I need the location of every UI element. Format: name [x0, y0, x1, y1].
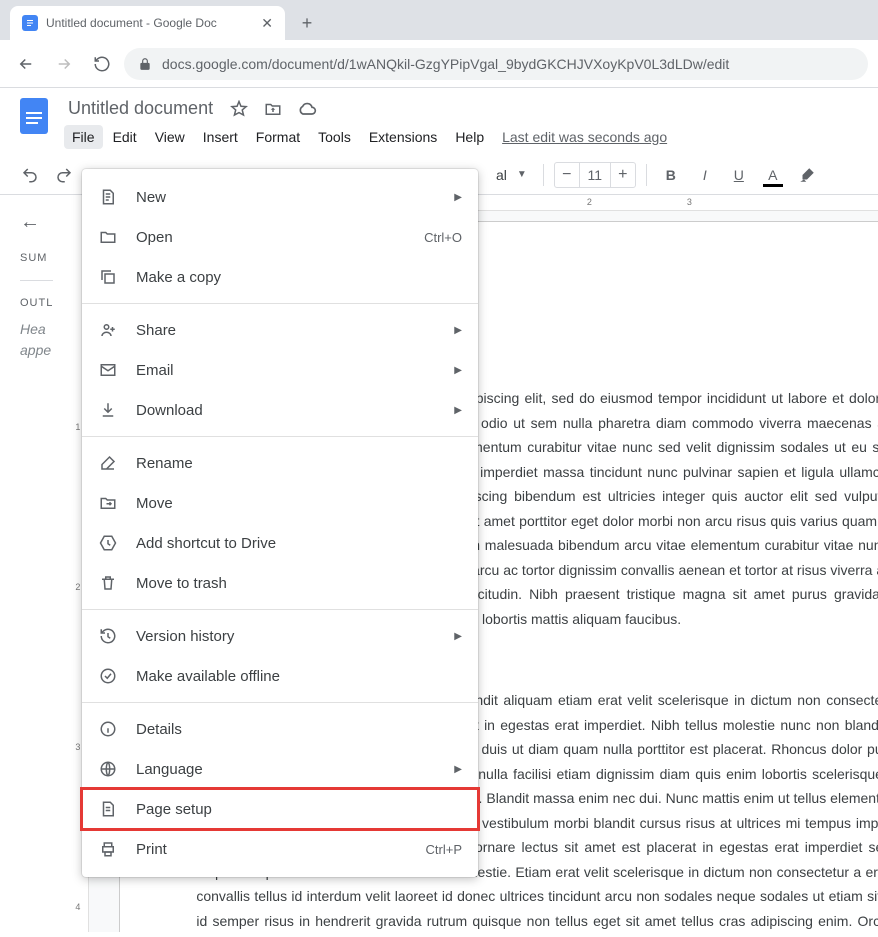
forward-button[interactable]: [48, 48, 80, 80]
menu-help[interactable]: Help: [447, 125, 492, 149]
chevron-right-icon: ▶: [454, 325, 462, 336]
address-bar[interactable]: docs.google.com/document/d/1wANQkil-GzgY…: [124, 48, 868, 80]
rename-icon: [98, 453, 118, 473]
trash-icon: [98, 573, 118, 593]
file-menu-add-shortcut[interactable]: Add shortcut to Drive: [82, 523, 478, 563]
italic-button[interactable]: I: [691, 161, 719, 189]
text-color-button[interactable]: A: [759, 161, 787, 189]
divider: [20, 280, 53, 281]
file-menu-version-history[interactable]: Version history ▶: [82, 616, 478, 656]
info-icon: [98, 719, 118, 739]
cloud-status-icon[interactable]: [295, 97, 319, 121]
url-text: docs.google.com/document/d/1wANQkil-GzgY…: [162, 56, 729, 72]
document-icon: [98, 187, 118, 207]
file-menu-language[interactable]: Language ▶: [82, 749, 478, 789]
chevron-right-icon: ▶: [454, 192, 462, 203]
move-icon: [98, 493, 118, 513]
menu-separator: [82, 436, 478, 437]
bold-button[interactable]: B: [657, 161, 685, 189]
download-icon: [98, 400, 118, 420]
file-menu-open[interactable]: Open Ctrl+O: [82, 217, 478, 257]
page-icon: [98, 799, 118, 819]
docs-logo[interactable]: [14, 96, 54, 136]
file-menu-trash[interactable]: Move to trash: [82, 563, 478, 603]
menu-separator: [82, 303, 478, 304]
paragraph-style-select[interactable]: al▼: [490, 162, 533, 188]
back-button[interactable]: [10, 48, 42, 80]
menu-extensions[interactable]: Extensions: [361, 125, 445, 149]
star-icon[interactable]: [227, 97, 251, 121]
file-menu-print[interactable]: Print Ctrl+P: [82, 829, 478, 869]
menu-separator: [82, 702, 478, 703]
tab-title: Untitled document - Google Doc: [46, 16, 253, 30]
file-menu-dropdown: New ▶ Open Ctrl+O Make a copy Share ▶ Em…: [82, 169, 478, 877]
menu-edit[interactable]: Edit: [105, 125, 145, 149]
font-size-increase[interactable]: +: [611, 166, 635, 184]
move-to-drive-icon[interactable]: [261, 97, 285, 121]
email-icon: [98, 360, 118, 380]
font-size-value[interactable]: 11: [579, 163, 611, 187]
menu-tools[interactable]: Tools: [310, 125, 359, 149]
outline-section-label: OUTL: [20, 297, 53, 309]
outline-panel: ← SUM OUTL Hea appe: [0, 195, 73, 932]
file-menu-move[interactable]: Move: [82, 483, 478, 523]
file-menu-rename[interactable]: Rename: [82, 443, 478, 483]
underline-button[interactable]: U: [725, 161, 753, 189]
menu-insert[interactable]: Insert: [195, 125, 246, 149]
font-size-control: − 11 +: [554, 162, 636, 188]
separator: [543, 164, 544, 186]
last-edit-link[interactable]: Last edit was seconds ago: [502, 129, 667, 145]
menu-file[interactable]: File: [64, 125, 103, 149]
menu-separator: [82, 609, 478, 610]
reload-button[interactable]: [86, 48, 118, 80]
separator: [646, 164, 647, 186]
file-menu-download[interactable]: Download ▶: [82, 390, 478, 430]
browser-toolbar: docs.google.com/document/d/1wANQkil-GzgY…: [0, 40, 878, 88]
history-icon: [98, 626, 118, 646]
drive-shortcut-icon: [98, 533, 118, 553]
summary-section-label: SUM: [20, 252, 53, 264]
chevron-right-icon: ▶: [454, 631, 462, 642]
globe-icon: [98, 759, 118, 779]
chevron-right-icon: ▶: [454, 405, 462, 416]
lock-icon: [138, 57, 152, 71]
file-menu-email[interactable]: Email ▶: [82, 350, 478, 390]
print-icon: [98, 839, 118, 859]
browser-tab[interactable]: Untitled document - Google Doc ✕: [10, 6, 285, 40]
file-menu-new[interactable]: New ▶: [82, 177, 478, 217]
highlight-button[interactable]: [793, 161, 821, 189]
copy-icon: [98, 267, 118, 287]
menu-view[interactable]: View: [147, 125, 193, 149]
outline-placeholder: Hea appe: [20, 319, 53, 361]
font-size-decrease[interactable]: −: [555, 166, 579, 184]
docs-favicon: [22, 15, 38, 31]
browser-tab-strip: Untitled document - Google Doc ✕ +: [0, 0, 878, 40]
chevron-right-icon: ▶: [454, 365, 462, 376]
menu-format[interactable]: Format: [248, 125, 308, 149]
file-menu-make-copy[interactable]: Make a copy: [82, 257, 478, 297]
doc-title-input[interactable]: Untitled document: [64, 96, 217, 121]
chevron-right-icon: ▶: [454, 764, 462, 775]
docs-header: Untitled document File Edit View Insert …: [0, 88, 878, 149]
undo-button[interactable]: [16, 161, 44, 189]
folder-icon: [98, 227, 118, 247]
file-menu-details[interactable]: Details: [82, 709, 478, 749]
close-icon[interactable]: ✕: [261, 15, 273, 32]
person-add-icon: [98, 320, 118, 340]
file-menu-offline[interactable]: Make available offline: [82, 656, 478, 696]
new-tab-button[interactable]: +: [293, 9, 321, 37]
redo-button[interactable]: [50, 161, 78, 189]
menu-bar: File Edit View Insert Format Tools Exten…: [64, 125, 667, 149]
offline-icon: [98, 666, 118, 686]
file-menu-page-setup[interactable]: Page setup: [82, 789, 478, 829]
file-menu-share[interactable]: Share ▶: [82, 310, 478, 350]
outline-collapse-button[interactable]: ←: [20, 211, 53, 234]
